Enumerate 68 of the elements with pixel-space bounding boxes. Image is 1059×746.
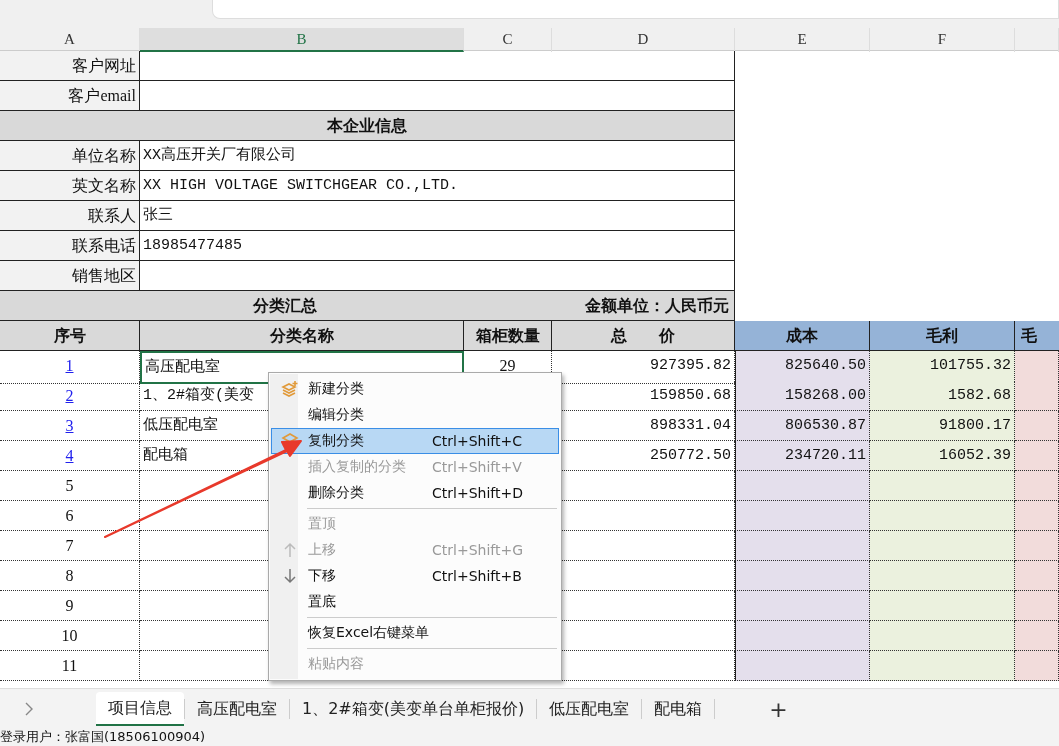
value-cell: XX高压开关厂有限公司 (140, 141, 735, 171)
table-cell (1015, 591, 1059, 621)
status-text: 登录用户：张富国(18506100904) (0, 729, 206, 744)
table-cell (1015, 381, 1059, 411)
label-cell: 客户网址 (0, 51, 140, 81)
row-link[interactable]: 3 (65, 417, 74, 434)
table-header: 毛利 (870, 321, 1015, 351)
table-cell (1015, 561, 1059, 591)
table-cell: 158268.00 (735, 381, 870, 411)
table-cell (1015, 441, 1059, 471)
sheet-tab[interactable]: 配电箱 (642, 692, 715, 726)
value-cell: 18985477485 (140, 231, 735, 261)
column-header[interactable]: C (464, 28, 552, 52)
table-cell (1015, 501, 1059, 531)
table-cell: 806530.87 (735, 411, 870, 441)
menu-item[interactable]: 恢复Excel右键菜单 (271, 620, 559, 646)
arrow-up-icon (283, 542, 297, 558)
table-header: 总 价 (552, 321, 735, 351)
table-cell: 1582.68 (870, 381, 1015, 411)
table-cell: 16052.39 (870, 441, 1015, 471)
label-cell: 联系人 (0, 201, 140, 231)
table-header: 成本 (735, 321, 870, 351)
column-header[interactable]: E (735, 28, 870, 52)
row-number: 10 (0, 621, 140, 651)
value-cell: 张三 (140, 201, 735, 231)
table-header: 分类名称 (140, 321, 464, 351)
section-title: 分类汇总 (253, 296, 317, 316)
label-cell: 客户email (0, 81, 140, 111)
row-number: 11 (0, 651, 140, 681)
table-cell (1015, 411, 1059, 441)
row-link[interactable]: 2 (65, 387, 74, 404)
row-number: 5 (0, 471, 140, 501)
menu-item[interactable]: 置底 (271, 589, 559, 615)
column-header[interactable]: B (140, 28, 464, 52)
table-header: 毛 (1015, 321, 1059, 351)
formula-field[interactable] (212, 0, 1059, 19)
menu-item[interactable]: 下移 Ctrl+Shift+B (271, 563, 559, 589)
sheet-tab[interactable]: 项目信息 (96, 692, 184, 726)
table-cell: 234720.11 (735, 441, 870, 471)
row-number: 9 (0, 591, 140, 621)
table-cell: 91800.17 (870, 411, 1015, 441)
column-header[interactable]: F (870, 28, 1015, 52)
section-header: 本企业信息 (0, 111, 735, 141)
table-cell (1015, 471, 1059, 501)
add-sheet-button[interactable]: + (763, 695, 794, 723)
table-cell (1015, 621, 1059, 651)
sheet-tab[interactable]: 低压配电室 (537, 692, 642, 726)
table-cell (1015, 531, 1059, 561)
label-cell: 英文名称 (0, 171, 140, 201)
menu-item[interactable]: 复制分类 Ctrl+Shift+C (271, 428, 559, 454)
arrow-down-icon (283, 568, 297, 584)
row-link[interactable]: 1 (65, 357, 74, 374)
column-header[interactable]: D (552, 28, 735, 52)
table-cell (1015, 651, 1059, 681)
row-number: 8 (0, 561, 140, 591)
value-cell: XX HIGH VOLTAGE SWITCHGEAR CO.,LTD. (140, 171, 735, 201)
table-header: 箱柜数量 (464, 321, 552, 351)
sheet-tab[interactable]: 高压配电室 (185, 692, 289, 726)
chevron-right-icon[interactable] (24, 702, 34, 716)
currency-unit: 金额单位：人民币元 (585, 296, 729, 316)
row-link[interactable]: 4 (65, 447, 74, 464)
layers-plus-icon (280, 380, 300, 398)
label-cell: 销售地区 (0, 261, 140, 291)
menu-item[interactable]: 删除分类 Ctrl+Shift+D (271, 480, 559, 506)
table-header: 序号 (0, 321, 140, 351)
label-cell: 联系电话 (0, 231, 140, 261)
sheet-tab[interactable]: 1、2#箱变(美变单台单柜报价) (290, 692, 537, 726)
label-cell: 单位名称 (0, 141, 140, 171)
